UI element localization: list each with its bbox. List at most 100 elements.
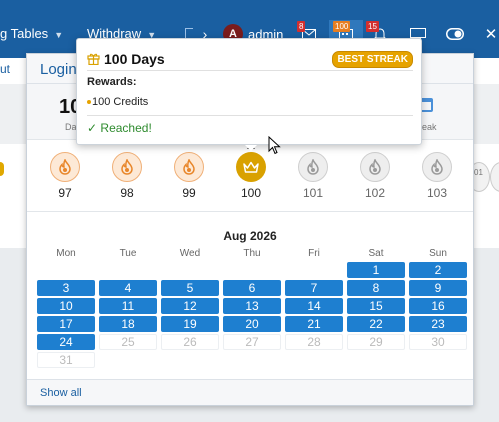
streak-dot-icon (0, 162, 4, 176)
calendar-day-future[interactable]: 25 (99, 334, 157, 350)
alerts-count-badge: 15 (366, 21, 379, 32)
calendar-day-logged[interactable]: 12 (161, 298, 219, 314)
rewards-label: Rewards: (87, 76, 137, 88)
page-right-lower (474, 248, 499, 422)
flame-icon (431, 159, 443, 175)
page-left-band (0, 84, 26, 144)
day-number: 103 (426, 186, 448, 200)
calendar-day-logged[interactable]: 18 (99, 316, 157, 332)
day-number: 01 (474, 168, 483, 177)
best-streak-badge: BEST STREAK (332, 51, 413, 68)
streak-days-row: 97 98 99 100 101 102 103 (27, 142, 473, 212)
calendar-day-logged[interactable]: 11 (99, 298, 157, 314)
mail-count-badge: 8 (297, 21, 306, 32)
calendar-day-logged[interactable]: 10 (37, 298, 95, 314)
day-number: 99 (182, 186, 196, 200)
page-right-band (474, 84, 499, 144)
flame-icon (121, 159, 133, 175)
weekday-label: Wed (179, 248, 201, 259)
day-circle (236, 152, 266, 182)
reached-status: ✓ Reached! (87, 121, 152, 135)
calendar-day-logged[interactable]: 5 (161, 280, 219, 296)
calendar-day-future[interactable]: 31 (37, 352, 95, 368)
tooltip-divider (87, 70, 413, 71)
toggle-icon (446, 28, 464, 40)
calendar-day-future[interactable]: 30 (409, 334, 467, 350)
streak-day-97[interactable]: 97 (45, 152, 85, 200)
streak-day-99[interactable]: 99 (169, 152, 209, 200)
crown-icon (243, 161, 259, 173)
page-left-lower (0, 248, 26, 422)
streak-day-101[interactable]: 101 (293, 152, 333, 200)
calendar-day-logged[interactable]: 6 (223, 280, 281, 296)
day-circle (174, 152, 204, 182)
calendar-day-logged[interactable]: 1 (347, 262, 405, 278)
day-circle (112, 152, 142, 182)
calendar-day-logged[interactable]: 13 (223, 298, 281, 314)
reward-item-label: 100 Credits (92, 96, 149, 108)
calendar-day-logged[interactable]: 22 (347, 316, 405, 332)
panel-title: Login (40, 61, 77, 78)
calendar-day-future[interactable]: 26 (161, 334, 219, 350)
bullet-icon (87, 100, 91, 105)
flame-icon (307, 159, 319, 175)
calendar-day-logged[interactable]: 4 (99, 280, 157, 296)
calendar-month-title: Aug 2026 (223, 229, 277, 243)
calendar-empty-cell (285, 262, 343, 278)
reached-status-label: Reached! (100, 121, 152, 135)
streak-day-98[interactable]: 98 (107, 152, 147, 200)
calendar-day-logged[interactable]: 2 (409, 262, 467, 278)
calendar-day-logged[interactable]: 9 (409, 280, 467, 296)
tooltip-divider (87, 115, 413, 116)
calendar-day-logged[interactable]: 14 (285, 298, 343, 314)
weekday-label: Sun (429, 248, 447, 259)
weekday-label: Mon (56, 248, 76, 259)
mouse-cursor-icon (268, 136, 281, 155)
weekday-label: Thu (243, 248, 261, 259)
gift-icon (87, 53, 100, 65)
current-streak-label: Da (65, 122, 77, 132)
calendar-weekday-header: Mon Tue Wed Thu Fri Sat Sun (35, 248, 467, 259)
weekday-label: Fri (308, 248, 320, 259)
streak-day-103[interactable]: 103 (417, 152, 457, 200)
show-all-link[interactable]: Show all (40, 387, 82, 399)
day-circle-icon (490, 162, 499, 192)
weekday-label: Tue (119, 248, 137, 259)
day-number: 97 (58, 186, 72, 200)
calendar-day-logged[interactable]: 20 (223, 316, 281, 332)
calendar-day-logged[interactable]: 17 (37, 316, 95, 332)
streak-day-102[interactable]: 102 (355, 152, 395, 200)
day-number: 101 (302, 186, 324, 200)
calendar-day-logged[interactable]: 16 (409, 298, 467, 314)
tooltip-arrow (245, 145, 257, 151)
calendar-day-logged[interactable]: 19 (161, 316, 219, 332)
calendar-day-logged[interactable]: 8 (347, 280, 405, 296)
toggle-button[interactable] (441, 22, 469, 46)
page-right-area: 01 (468, 58, 499, 422)
nav-item-tables[interactable]: g Tables ▼ (0, 26, 63, 41)
check-icon: ✓ (87, 121, 98, 135)
reward-item: 100 Credits (87, 96, 148, 108)
calendar-day-logged[interactable]: 21 (285, 316, 343, 332)
tooltip-title: 100 Days (104, 51, 165, 67)
flame-icon (369, 159, 381, 175)
weekday-label: Sat (368, 248, 384, 259)
calendar-empty-cell (37, 262, 95, 278)
calendar-day-future[interactable]: 27 (223, 334, 281, 350)
close-icon[interactable]: ✕ (483, 22, 499, 46)
day-circle (422, 152, 452, 182)
page-left-area: ut (0, 58, 26, 422)
calendar-day-logged[interactable]: 15 (347, 298, 405, 314)
calendar-day-logged[interactable]: 3 (37, 280, 95, 296)
milestone-tooltip: 100 Days BEST STREAK Rewards: 100 Credit… (76, 38, 422, 151)
calendar-day-logged[interactable]: 7 (285, 280, 343, 296)
calendar-day-future[interactable]: 29 (347, 334, 405, 350)
calendar-grid: 1 2 3 4 5 6 7 8 9 10 11 12 13 14 15 16 17 18 19 20 21 22 23 24 2… (35, 262, 467, 370)
calendar-day-future[interactable]: 28 (285, 334, 343, 350)
streak-day-100[interactable]: 100 (231, 144, 271, 200)
logout-link[interactable]: ut (0, 62, 10, 76)
calendar-day-logged[interactable]: 23 (409, 316, 467, 332)
calendar-day-logged[interactable]: 24 (37, 334, 95, 350)
chevron-down-icon: ▼ (54, 30, 64, 40)
day-circle (298, 152, 328, 182)
